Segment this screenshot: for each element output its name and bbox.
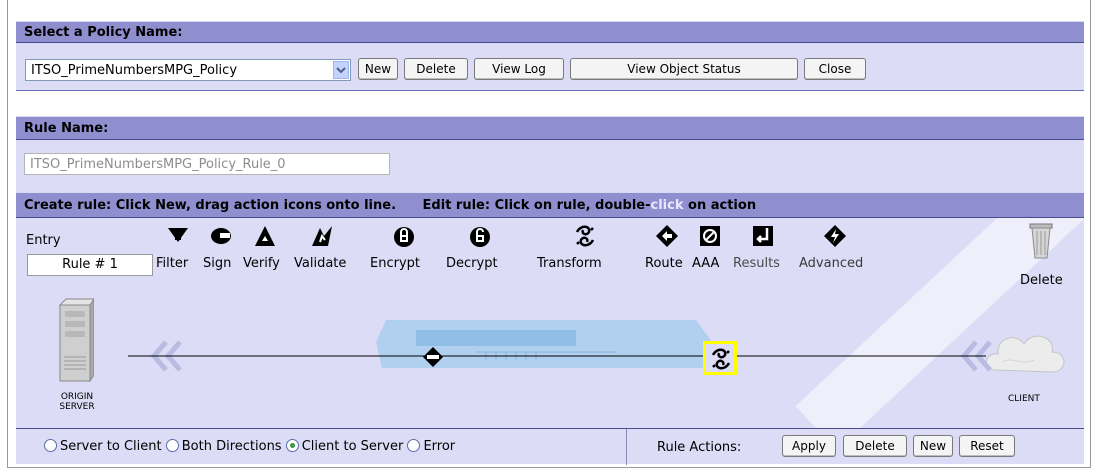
delete-rule-button[interactable]: Delete [843,435,907,457]
instructions-edit-suffix: on action [683,198,757,213]
action-label-aaa: AAA [692,256,720,271]
entry-label: Entry [26,233,61,248]
radio-error[interactable]: Error [407,439,455,454]
rule-number-field[interactable]: Rule # 1 [27,254,153,276]
instructions-edit-click: click [650,198,684,213]
radio-button[interactable] [44,439,57,452]
radio-label-client-to-server: Client to Server [301,439,404,454]
origin-server-label: ORIGIN SERVER [55,392,99,412]
radio-button[interactable] [165,439,179,452]
radio-label-server-to-client: Server to Client [60,439,162,454]
instructions-create: Create rule: Click New, drag action icon… [24,198,397,213]
action-label-sign: Sign [203,256,232,271]
trash-can-icon [1029,223,1053,259]
aaa-icon [700,226,720,246]
action-label-validate: Validate [294,256,347,271]
delete-action-label: Delete [1020,273,1063,288]
rule-actions-label: Rule Actions: [657,440,742,455]
rule-editor-canvas[interactable]: Entry Rule # 1 Filter Sign Verify Valida… [16,218,1084,428]
validate-icon [312,226,332,246]
route-icon [656,225,678,247]
rule-name-value: ITSO_PrimeNumbersMPG_Policy_Rule_0 [30,157,286,172]
radio-server-to-client[interactable]: Server to Client [44,439,162,454]
instructions-edit: Edit rule: Click on rule, double-click o… [423,198,757,213]
policy-select-value: ITSO_PrimeNumbersMPG_Policy [31,63,238,78]
view-object-status-button[interactable]: View Object Status [570,58,798,80]
action-label-filter: Filter [156,256,189,271]
dropdown-arrow-button[interactable] [333,61,349,79]
close-button[interactable]: Close [804,58,866,80]
radio-client-to-server[interactable]: Client to Server [285,439,404,454]
action-label-advanced: Advanced [799,256,864,271]
transform-icon [575,225,595,247]
filter-icon [168,228,188,242]
verify-icon [255,226,275,246]
rule-section-header: Rule Name: [16,116,1084,140]
radio-label-error: Error [423,439,456,454]
instructions-edit-prefix: Edit rule: Click on rule, double- [422,198,651,213]
action-label-decrypt: Decrypt [446,256,498,271]
direction-radio-group: Server to Client Both Directions Client … [44,439,455,454]
action-label-route: Route [645,256,683,271]
action-label-verify: Verify [243,256,280,271]
policy-section-header: Select a Policy Name: [16,21,1084,43]
sign-icon [211,228,231,244]
policy-section-pane: ITSO_PrimeNumbersMPG_Policy New Delete V… [16,43,1084,91]
delete-policy-button[interactable]: Delete [404,58,468,80]
view-log-button[interactable]: View Log [474,58,564,80]
decrypt-icon [470,227,490,247]
policy-section-title: Select a Policy Name: [24,25,183,40]
reset-button[interactable]: Reset [959,435,1015,457]
rule-name-field[interactable]: ITSO_PrimeNumbersMPG_Policy_Rule_0 [24,153,390,175]
policy-editor-window: Select a Policy Name: ITSO_PrimeNumbersM… [7,0,1091,468]
rule-actions-panel: Rule Actions: Apply Delete New Reset [626,429,1084,465]
action-label-encrypt: Encrypt [370,256,420,271]
transform-action-selected[interactable] [703,341,737,375]
action-label-results: Results [733,256,780,271]
chevron-down-icon [336,67,346,74]
new-rule-button[interactable]: New [913,435,953,457]
rule-processing-line[interactable] [16,336,1084,382]
origin-label-line2: SERVER [59,402,95,412]
match-action-icon[interactable] [422,346,444,368]
transform-icon [711,348,731,370]
advanced-icon [824,225,846,247]
apply-button[interactable]: Apply [782,435,836,457]
policy-select[interactable]: ITSO_PrimeNumbersMPG_Policy [25,59,351,81]
rule-name-pane: ITSO_PrimeNumbersMPG_Policy_Rule_0 [16,140,1084,192]
new-policy-button[interactable]: New [358,58,398,80]
radio-button[interactable] [407,439,421,452]
results-icon [753,226,773,246]
encrypt-icon [394,227,414,247]
origin-label-line1: ORIGIN [60,392,94,402]
radio-button-selected[interactable] [285,439,299,452]
bottom-bar: Server to Client Both Directions Client … [16,428,1084,465]
radio-both-directions[interactable]: Both Directions [165,439,282,454]
action-label-transform: Transform [537,256,602,271]
client-label: CLIENT [1008,394,1040,404]
rule-section-title: Rule Name: [24,121,109,136]
rule-instructions-bar: Create rule: Click New, drag action icon… [16,192,1084,218]
radio-label-both-directions: Both Directions [181,439,282,454]
